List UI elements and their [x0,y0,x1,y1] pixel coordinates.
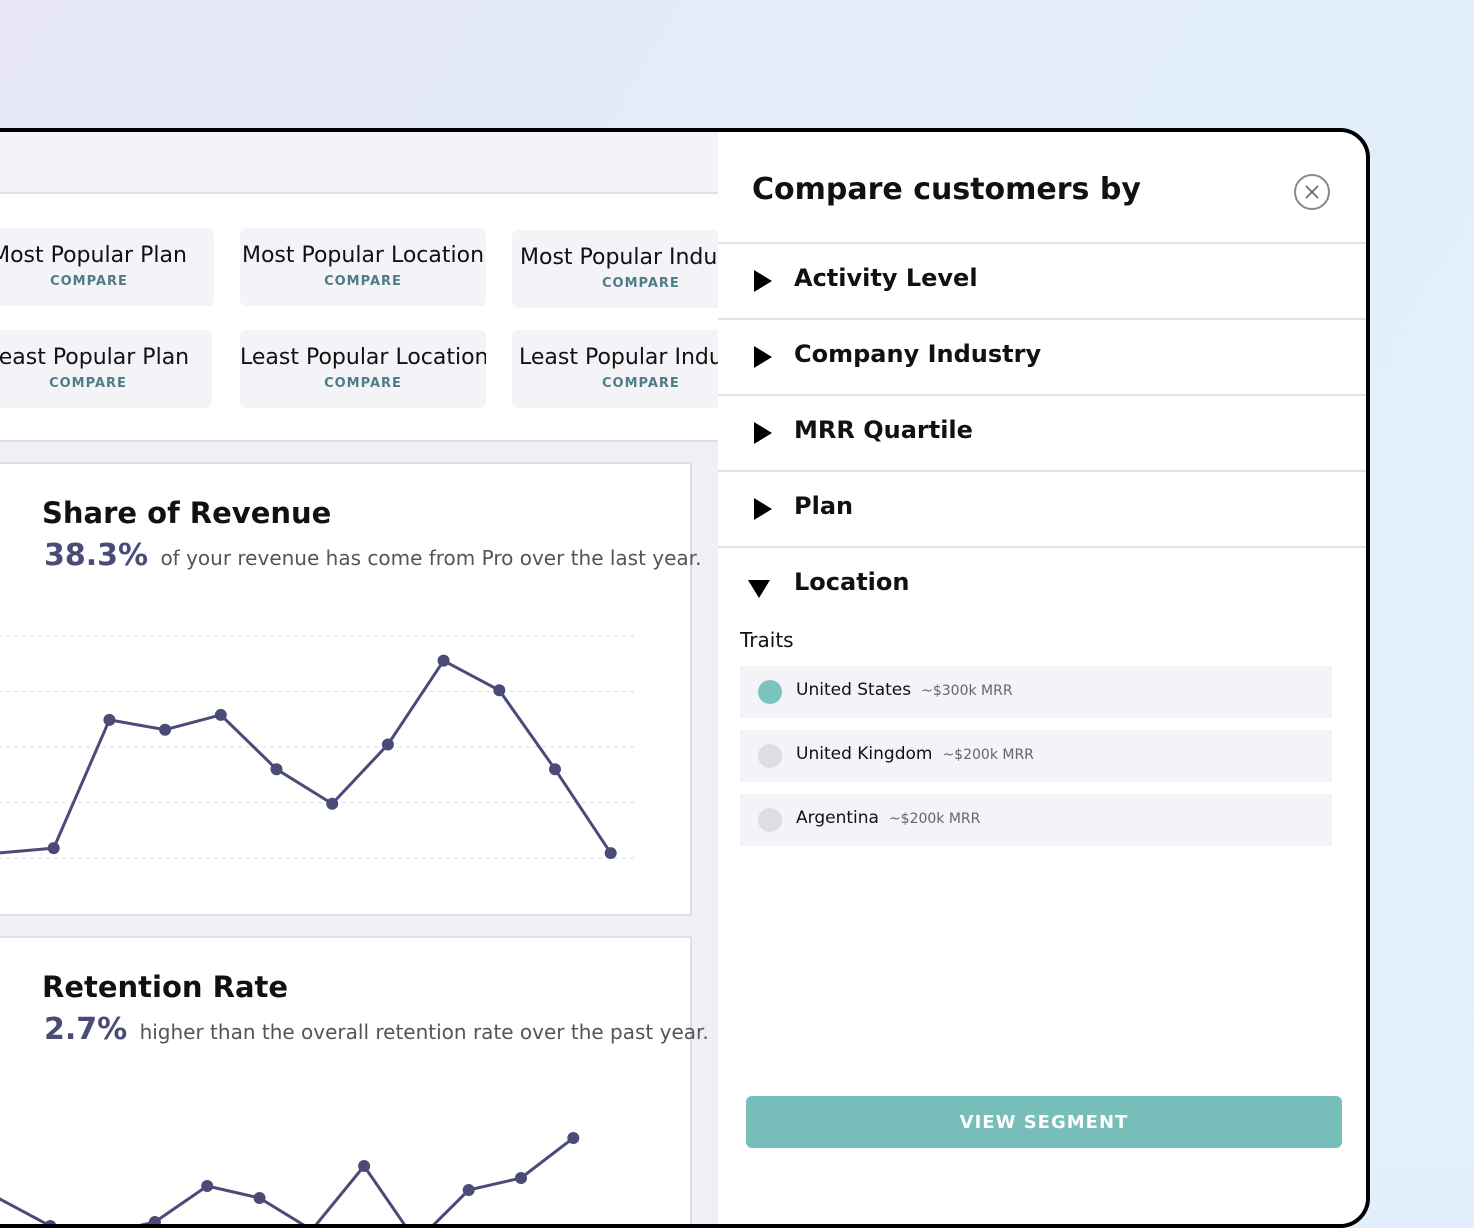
close-icon [1305,185,1319,199]
compare-link[interactable]: COMPARE [0,274,214,289]
data-point [47,842,60,855]
card-most-popular-location[interactable]: Most Popular Location COMPARE [240,228,486,306]
data-point [493,684,506,697]
data-point [103,713,116,726]
card-most-popular-plan[interactable]: Most Popular Plan COMPARE [0,228,214,306]
close-button[interactable] [1294,174,1330,210]
card-title: Most Popular Indus [520,245,729,270]
data-point [326,797,339,810]
card-subtitle: 2.7% higher than the overall retention r… [44,1012,709,1047]
card-title: Least Popular Indus [519,345,732,370]
card-most-popular-industry[interactable]: Most Popular Indus COMPARE [512,230,732,308]
data-point [604,847,617,860]
trait-name: United Kingdom ~$200k MRR [796,744,1034,764]
data-point [270,763,283,776]
triangle-right-icon [754,498,772,520]
trait-mrr: ~$200k MRR [888,811,981,827]
trait-name: United States ~$300k MRR [796,680,1013,700]
revenue-percent: 38.3% [44,538,149,573]
data-point [549,763,561,776]
trait-argentina[interactable]: Argentina ~$200k MRR [740,794,1332,846]
card-title: Least Popular Location [240,345,486,370]
trait-mrr: ~$200k MRR [942,747,1034,763]
card-heading: Share of Revenue [42,496,332,530]
card-heading: Retention Rate [42,970,289,1004]
retention-percent: 2.7% [44,1012,128,1047]
data-point [148,1216,161,1224]
data-point [437,654,450,667]
card-least-popular-plan[interactable]: Least Popular Plan COMPARE [0,330,212,408]
accordion-activity-level[interactable]: Activity Level [718,242,1366,316]
accordion-label: Company Industry [794,340,1042,368]
top-bar [0,132,718,194]
retention-text: higher than the overall retention rate o… [139,1020,709,1044]
share-of-revenue-card: Share of Revenue 38.3% of your revenue h… [0,462,701,916]
trait-united-kingdom[interactable]: United Kingdom ~$200k MRR [740,730,1332,782]
accordion-label: Activity Level [794,264,978,292]
data-point [159,723,172,736]
retention-line-chart [0,1132,580,1228]
compare-link[interactable]: COMPARE [240,376,486,391]
compare-panel: Compare customers by Activity Level Comp… [718,132,1366,1224]
data-point [515,1172,527,1184]
accordion-label: MRR Quartile [794,416,973,444]
accordion-location[interactable]: Location [718,546,1366,620]
retention-rate-card: Retention Rate 2.7% higher than the over… [0,936,709,1228]
triangle-right-icon [754,346,772,368]
accordion-company-industry[interactable]: Company Industry [718,318,1366,392]
compare-link[interactable]: COMPARE [0,376,212,391]
series-line [0,1136,575,1224]
radio-icon[interactable] [758,808,782,832]
accordion-plan[interactable]: Plan [718,470,1366,544]
accordion-label: Plan [794,492,854,520]
card-least-popular-industry[interactable]: Least Popular Indus COMPARE [512,330,732,408]
trait-united-states[interactable]: United States ~$300k MRR [740,666,1332,718]
card-subtitle: 38.3% of your revenue has come from Pro … [44,538,701,573]
trait-name-text: Argentina [796,808,879,828]
trait-name-text: United Kingdom [796,744,933,764]
data-point [462,1184,475,1196]
data-point [381,738,394,751]
radio-icon[interactable] [758,744,782,768]
trait-name-text: United States [796,680,912,700]
device-frame: Most Popular Plan COMPARE Most Popular L… [0,128,1370,1228]
compare-link[interactable]: COMPARE [240,274,486,289]
triangle-down-icon [748,580,770,598]
trait-mrr: ~$300k MRR [921,683,1013,699]
compare-link[interactable]: COMPARE [519,376,732,391]
triangle-right-icon [754,422,772,444]
data-point [253,1192,266,1204]
revenue-line-chart [0,635,636,860]
series-line [0,659,612,855]
panel-title: Compare customers by [752,172,1141,207]
triangle-right-icon [754,270,772,292]
radio-icon[interactable] [758,680,782,704]
card-least-popular-location[interactable]: Least Popular Location COMPARE [240,330,486,408]
data-point [214,708,227,721]
data-point [358,1160,371,1172]
accordion-mrr-quartile[interactable]: MRR Quartile [718,394,1366,468]
data-point [201,1180,214,1192]
view-segment-button[interactable]: VIEW SEGMENT [746,1096,1342,1148]
data-point [44,1220,56,1224]
data-point [306,1224,318,1228]
compare-link[interactable]: COMPARE [520,276,732,291]
trait-name: Argentina ~$200k MRR [796,808,980,828]
accordion-label: Location [794,568,910,596]
card-title: Most Popular Location [241,243,485,268]
data-point [567,1132,580,1144]
revenue-text: of your revenue has come from Pro over t… [160,546,702,570]
card-title: Most Popular Plan [0,243,187,268]
dashboard-main: Most Popular Plan COMPARE Most Popular L… [0,132,732,1224]
card-title: Least Popular Plan [0,345,190,370]
insight-cards: Most Popular Plan COMPARE Most Popular L… [0,194,732,442]
traits-label: Traits [740,628,794,652]
